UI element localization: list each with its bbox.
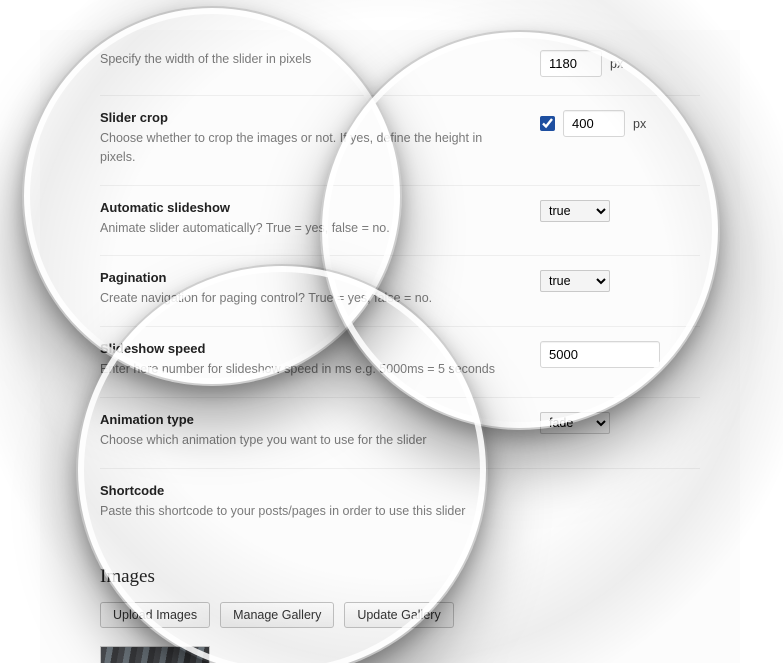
update-gallery-button[interactable]: Update Gallery (344, 602, 453, 628)
pagination-label: Pagination (100, 270, 520, 285)
row-animation-type: Animation type Choose which animation ty… (100, 397, 700, 468)
speed-label: Slideshow speed (100, 341, 520, 356)
slider-settings-panel: Specify the width of the slider in pixel… (40, 30, 740, 663)
anim-label: Animation type (100, 412, 520, 427)
slider-width-input[interactable] (540, 50, 602, 77)
shortcode-desc: Paste this shortcode to your posts/pages… (100, 502, 520, 521)
speed-input[interactable] (540, 341, 660, 368)
row-auto-slideshow: Automatic slideshow Animate slider autom… (100, 185, 700, 256)
speed-desc: Enter here number for slideshow speed in… (100, 360, 520, 379)
width-unit: px (610, 57, 623, 71)
row-slider-width: Specify the width of the slider in pixel… (100, 50, 700, 95)
gallery-thumbnail[interactable] (100, 646, 210, 663)
pagination-desc: Create navigation for paging control? Tr… (100, 289, 520, 308)
crop-checkbox[interactable] (540, 116, 555, 131)
shortcode-label: Shortcode (100, 483, 520, 498)
width-desc: Specify the width of the slider in pixel… (100, 50, 520, 69)
upload-images-button[interactable]: Upload Images (100, 602, 210, 628)
row-slider-crop: Slider crop Choose whether to crop the i… (100, 95, 700, 185)
crop-label: Slider crop (100, 110, 520, 125)
row-shortcode: Shortcode Paste this shortcode to your p… (100, 468, 700, 539)
images-heading: Images (100, 566, 700, 588)
auto-label: Automatic slideshow (100, 200, 520, 215)
anim-select[interactable]: fade (540, 412, 610, 434)
row-pagination: Pagination Create navigation for paging … (100, 255, 700, 326)
auto-desc: Animate slider automatically? True = yes… (100, 219, 520, 238)
auto-select[interactable]: true (540, 200, 610, 222)
manage-gallery-button[interactable]: Manage Gallery (220, 602, 334, 628)
crop-height-input[interactable] (563, 110, 625, 137)
anim-desc: Choose which animation type you want to … (100, 431, 520, 450)
crop-unit: px (633, 117, 646, 131)
pagination-select[interactable]: true (540, 270, 610, 292)
crop-desc: Choose whether to crop the images or not… (100, 129, 520, 167)
row-slideshow-speed: Slideshow speed Enter here number for sl… (100, 326, 700, 397)
images-section: Images Upload Images Manage Gallery Upda… (100, 566, 700, 663)
